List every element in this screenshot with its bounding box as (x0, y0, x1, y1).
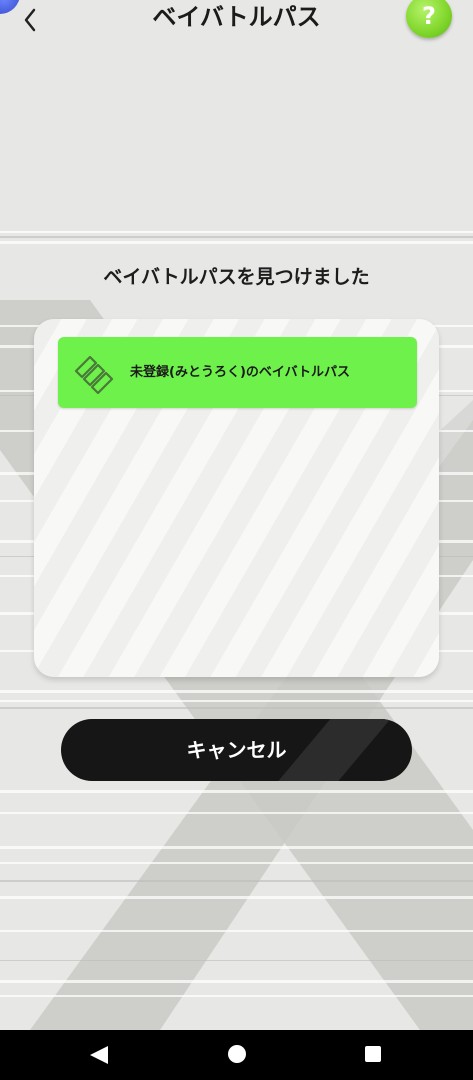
header: ベイバトルパス ? (0, 0, 473, 38)
back-triangle-icon[interactable] (70, 1030, 130, 1080)
recents-square-icon[interactable] (343, 1030, 403, 1080)
cancel-button-label: キャンセル (186, 738, 287, 762)
pass-list-card: 未登録(みとうろく)のベイバトルパス (34, 319, 439, 677)
home-circle-icon[interactable] (207, 1030, 267, 1080)
system-navigation-bar (0, 1030, 473, 1080)
cancel-button[interactable]: キャンセル (61, 719, 412, 781)
pass-list-item-label: 未登録(みとうろく)のベイバトルパス (130, 365, 351, 380)
pass-list-item[interactable]: 未登録(みとうろく)のベイバトルパス (58, 337, 417, 408)
page-title: ベイバトルパス (152, 3, 321, 31)
found-message: ベイバトルパスを見つけました (103, 266, 370, 288)
battle-pass-icon (74, 355, 114, 395)
